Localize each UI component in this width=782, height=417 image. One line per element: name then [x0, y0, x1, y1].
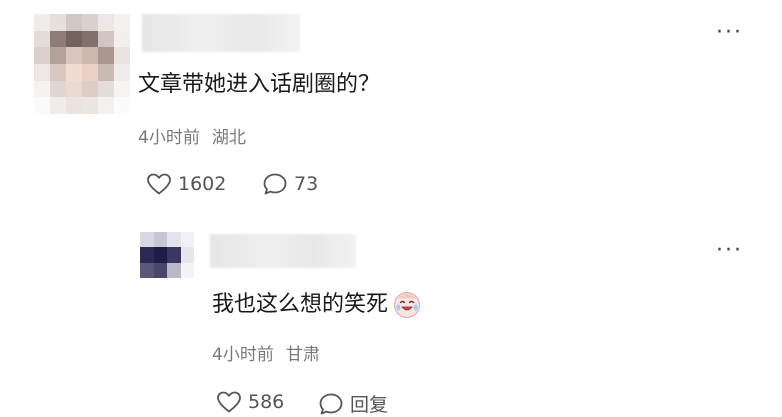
comment-time: 4小时前 [138, 128, 200, 148]
comment-meta: 4小时前 甘肃 [212, 345, 320, 365]
reply-count: 73 [294, 173, 319, 195]
reply-button[interactable]: 回复 [318, 390, 388, 417]
heart-outline-icon [217, 391, 241, 413]
speech-bubble-icon [319, 393, 343, 414]
username-blurred[interactable] [210, 234, 356, 268]
comment-time: 4小时前 [212, 345, 274, 365]
like-button[interactable]: 586 [216, 390, 284, 414]
comment-location: 湖北 [211, 128, 246, 148]
crying-laughing-emoji-icon [394, 292, 421, 318]
speech-bubble-icon [263, 173, 287, 195]
avatar[interactable] [34, 14, 130, 114]
reply-label: 回复 [350, 394, 389, 416]
like-button[interactable]: 1602 [146, 172, 226, 196]
more-dots-icon[interactable]: ··· [716, 22, 743, 44]
comment-text: 文章带她进入话剧圈的？ [138, 72, 381, 97]
more-dots-icon[interactable]: ··· [716, 240, 743, 262]
avatar[interactable] [140, 232, 194, 278]
comment-location: 甘肃 [285, 345, 320, 365]
comment-text: 我也这么想的笑死 [212, 290, 422, 320]
reply-button[interactable]: 73 [262, 172, 318, 196]
comment-text-content: 我也这么想的笑死 [212, 291, 389, 317]
like-count: 1602 [178, 173, 227, 195]
heart-outline-icon [147, 173, 171, 195]
comment-meta: 4小时前 湖北 [138, 128, 246, 148]
like-count: 586 [248, 391, 285, 413]
username-blurred[interactable] [142, 14, 300, 52]
